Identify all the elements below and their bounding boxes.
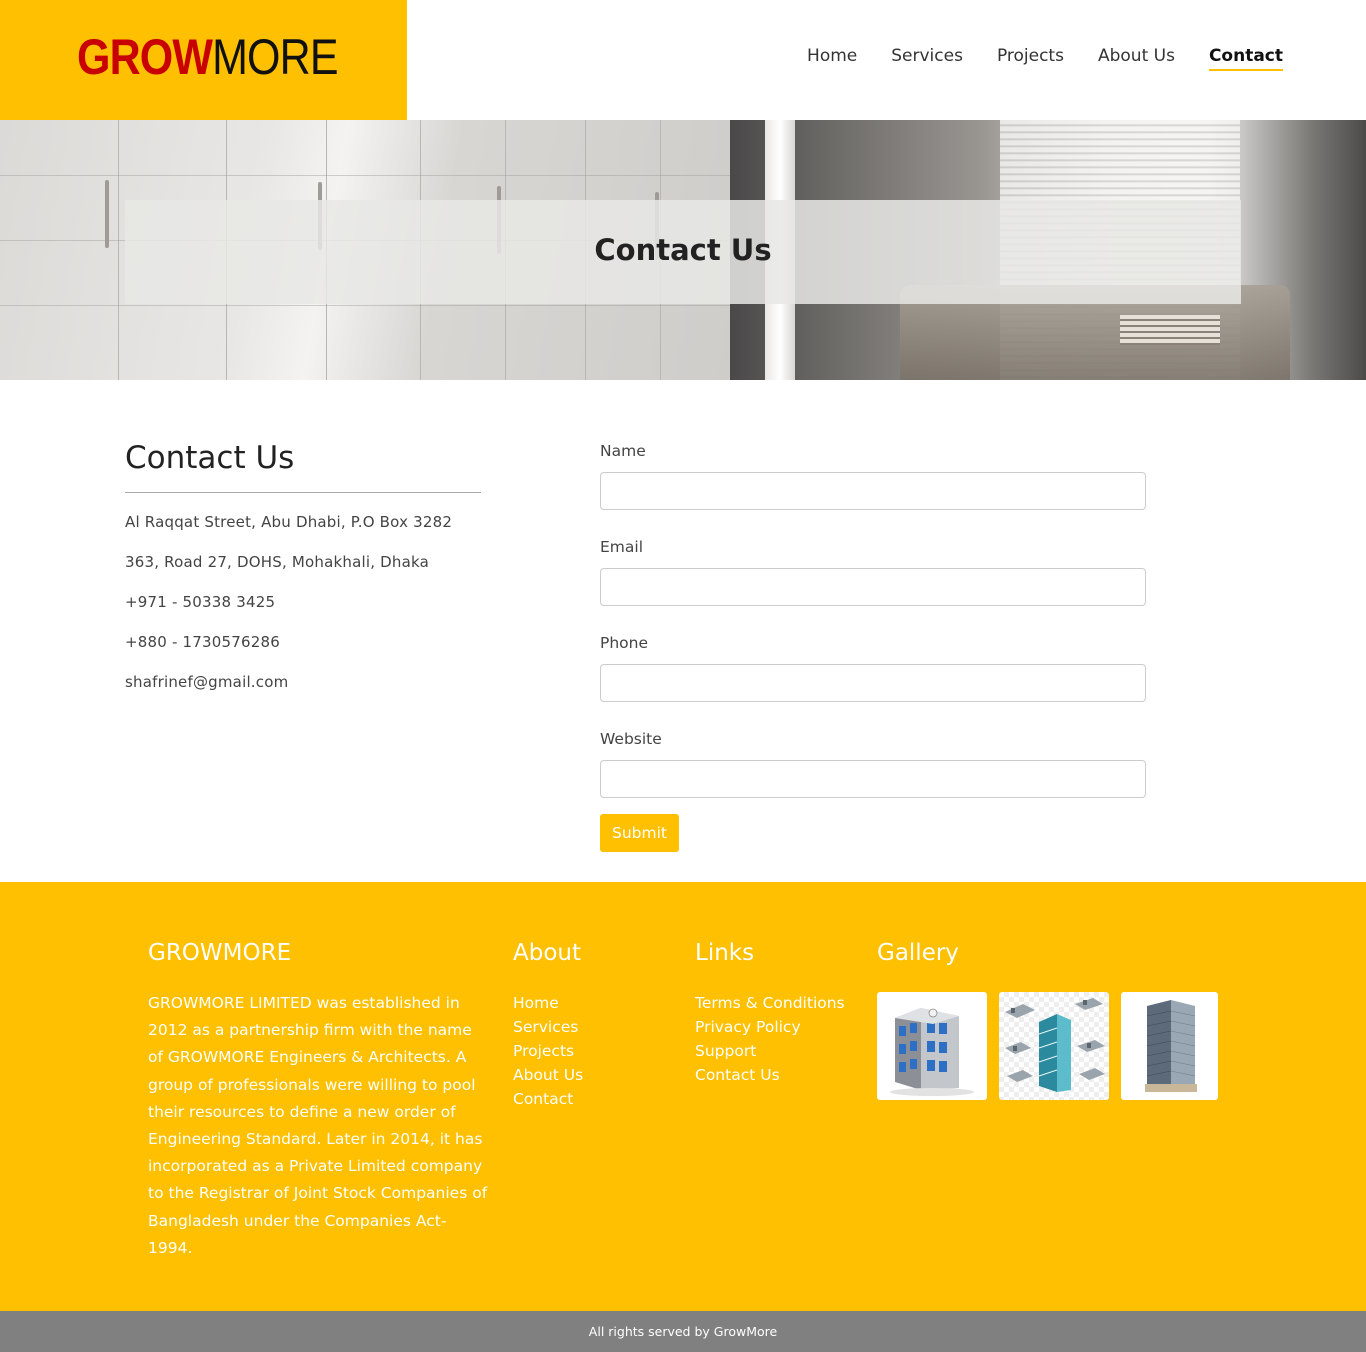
hero-books (1120, 315, 1220, 345)
footer-brand-heading: GROWMORE (148, 940, 292, 966)
footer-gallery-column: Gallery (877, 940, 1218, 1100)
hero-title: Contact Us (594, 233, 772, 267)
footer-link-support[interactable]: Support (695, 1039, 845, 1063)
main-nav: Home Services Projects About Us Contact (807, 46, 1283, 71)
submit-button[interactable]: Submit (600, 814, 679, 852)
nav-about-us[interactable]: About Us (1098, 46, 1175, 71)
logo-grow: GROW (77, 29, 213, 85)
footer-links-column: Links Terms & Conditions Privacy Policy … (695, 940, 845, 1087)
footer-about-column: About Home Services Projects About Us Co… (513, 940, 583, 1111)
footer-gallery-heading: Gallery (877, 940, 959, 966)
contact-info: Contact Us Al Raqqat Street, Abu Dhabi, … (125, 440, 481, 691)
copyright-text: All rights served by GrowMore (588, 1324, 778, 1339)
address-abu-dhabi: Al Raqqat Street, Abu Dhabi, P.O Box 328… (125, 513, 453, 531)
skyscraper-icon[interactable] (1121, 992, 1218, 1100)
name-input[interactable] (600, 472, 1146, 510)
footer-link-privacy[interactable]: Privacy Policy (695, 1015, 845, 1039)
site-header: GROWMORE Home Services Projects About Us… (0, 0, 1366, 120)
brand-logo[interactable]: GROWMORE (77, 29, 339, 85)
nav-projects[interactable]: Projects (997, 46, 1064, 71)
copyright-bar: All rights served by GrowMore (0, 1311, 1366, 1352)
nav-services[interactable]: Services (891, 46, 963, 71)
footer-link-terms[interactable]: Terms & Conditions (695, 991, 845, 1015)
email-label: Email (600, 538, 644, 556)
hero-title-banner: Contact Us (125, 200, 1241, 304)
nav-contact[interactable]: Contact (1208, 46, 1283, 71)
name-label: Name (600, 442, 646, 460)
phone-input[interactable] (600, 664, 1146, 702)
footer-link-services[interactable]: Services (513, 1015, 583, 1039)
logo-box: GROWMORE (0, 0, 407, 120)
footer-link-home[interactable]: Home (513, 991, 583, 1015)
footer-brand-column: GROWMORE GROWMORE LIMITED was establishe… (148, 940, 490, 1262)
footer-link-contact-us[interactable]: Contact Us (695, 1063, 845, 1087)
website-input[interactable] (600, 760, 1146, 798)
gallery (877, 992, 1218, 1100)
hero-banner-section: Contact Us (0, 120, 1366, 380)
contact-heading: Contact Us (125, 440, 481, 493)
phone-bd: +880 - 1730576286 (125, 633, 280, 651)
footer-brand-text: GROWMORE LIMITED was established in 2012… (148, 994, 488, 1257)
logo-more: MORE (212, 29, 338, 85)
footer-about-heading: About (513, 940, 582, 966)
footer-link-projects[interactable]: Projects (513, 1039, 583, 1063)
office-building-icon[interactable] (877, 992, 987, 1100)
site-footer: GROWMORE GROWMORE LIMITED was establishe… (0, 882, 1366, 1311)
phone-label: Phone (600, 634, 649, 652)
nav-home[interactable]: Home (807, 46, 857, 71)
footer-link-about-us[interactable]: About Us (513, 1063, 583, 1087)
footer-links-heading: Links (695, 940, 755, 966)
email-input[interactable] (600, 568, 1146, 606)
address-dhaka: 363, Road 27, DOHS, Mohakhali, Dhaka (125, 553, 430, 571)
phone-uae: +971 - 50338 3425 (125, 593, 276, 611)
contact-form: Name Email Phone Website Submit (600, 442, 1146, 852)
contact-email: shafrinef@gmail.com (125, 673, 289, 691)
building-plan-icon[interactable] (999, 992, 1109, 1100)
website-label: Website (600, 730, 662, 748)
footer-link-contact[interactable]: Contact (513, 1087, 583, 1111)
